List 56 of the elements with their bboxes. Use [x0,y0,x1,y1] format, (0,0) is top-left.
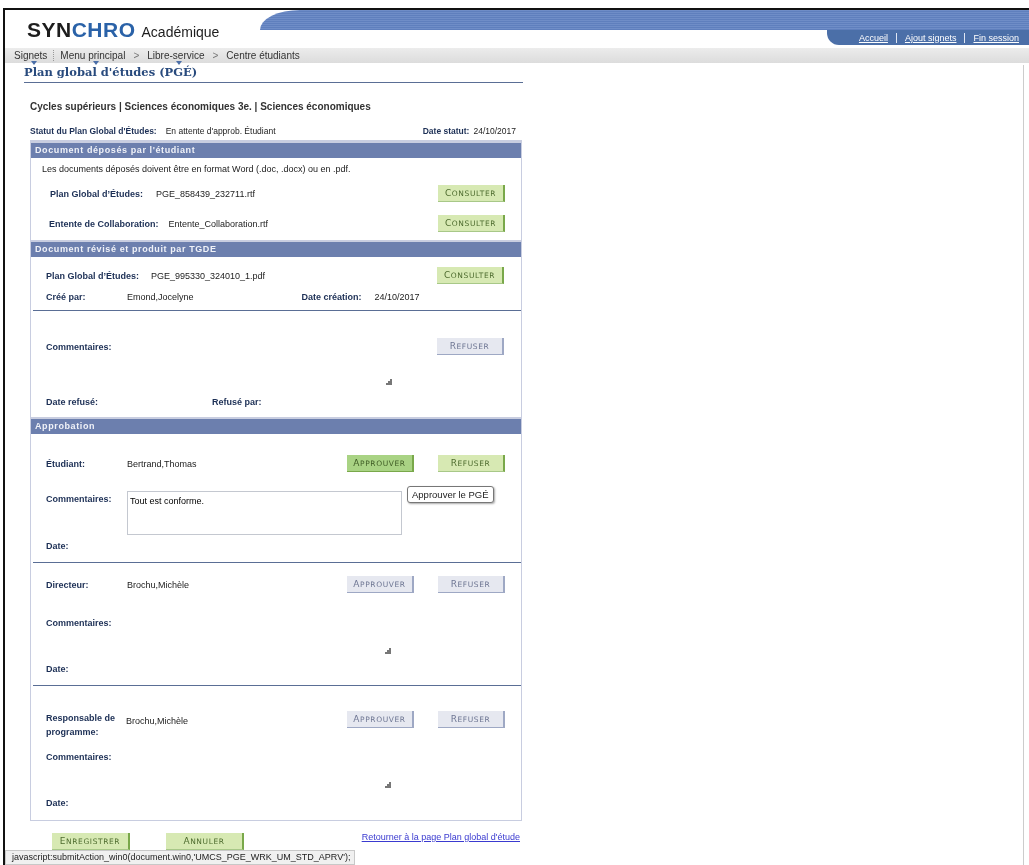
field-label: Refusé par: [212,397,262,407]
resize-grip-icon[interactable] [385,648,391,654]
field-label: Plan Global d’Études: [50,188,143,199]
field-label: Date refusé: [45,397,100,407]
logo: SYNCHRO Académique [27,18,220,42]
action-button[interactable]: ANNULER [166,833,244,850]
header-link[interactable]: Ajout signets [896,32,965,43]
breadcrumb-separator: > [132,50,141,61]
action-button[interactable]: CONSULTER [437,267,504,284]
header-link[interactable]: Fin session [965,32,1027,43]
field-label: Commentaires: [45,494,113,504]
section-header: Approbation [31,417,521,434]
file-name: Entente_Collaboration.rtf [168,218,269,229]
resize-grip-icon[interactable] [386,379,392,385]
field-label: Statut du Plan Global d'Études: [30,126,157,136]
field-value: Brochu,Michèle [126,716,189,726]
breadcrumb-item[interactable]: Centre étudiants [222,50,304,61]
status-bar: javascript:submitAction_win0(document.win0,'UMCS_PGE_WRK_UM_STD_APRV'); [5,850,356,865]
tooltip: Approuver le PGÉ [407,486,494,503]
field-label: Date statut: [422,126,470,136]
field-label: Date création: [301,292,362,302]
page-title: Plan global d'études (PGÉ) [24,65,523,83]
field-value: Emond,Jocelyne [127,292,194,302]
action-button[interactable]: CONSULTER [438,185,505,202]
instruction-text: Les documents déposés doivent être en format Word (.doc, .docx) ou en .pdf. [42,164,351,174]
file-name: PGE_858439_232711.rtf [156,188,255,199]
field-value: 24/10/2017 [473,126,516,136]
action-button[interactable]: REFUSER [438,455,505,472]
program-line: Cycles supérieurs | Sciences économiques 3e. | Sciences économiques [30,101,372,112]
section-header: Document révisé et produit par TGDE [31,240,521,257]
resize-grip-icon[interactable] [385,782,391,788]
return-link[interactable]: Retourner à la page Plan global d'étude [361,832,520,842]
field-label: Plan Global d’Études: [46,270,139,281]
field-label: Étudiant: [45,457,86,471]
action-button[interactable]: APPROUVER [347,455,414,472]
field-label: Date: [45,798,70,808]
field-value: Bertrand,Thomas [127,458,197,469]
header-link[interactable]: Accueil [850,32,896,43]
field-value: En attente d'approb. Étudiant [165,126,276,136]
comment-field[interactable]: Tout est conforme. [127,491,402,535]
section-header: Document déposés par l'étudiant [31,141,521,158]
field-label: Commentaires: [45,618,113,628]
field-value: Brochu,Michèle [127,579,190,590]
action-button[interactable]: ENREGISTRER [52,833,130,850]
action-button[interactable]: CONSULTER [438,215,505,232]
field-label: Entente de Collaboration: [49,218,159,229]
field-label: Créé par: [45,292,87,302]
breadcrumb-separator: > [211,50,220,61]
field-value: 24/10/2017 [374,292,420,302]
field-label: Directeur: [45,578,90,592]
file-name: PGE_995330_324010_1.pdf [151,270,266,281]
field-label: Date: [45,541,70,551]
field-label: Date: [45,664,70,674]
field-label: Commentaires: [45,752,113,762]
field-label: Responsable de programme: [45,712,117,739]
field-label: Commentaires: [45,341,113,352]
